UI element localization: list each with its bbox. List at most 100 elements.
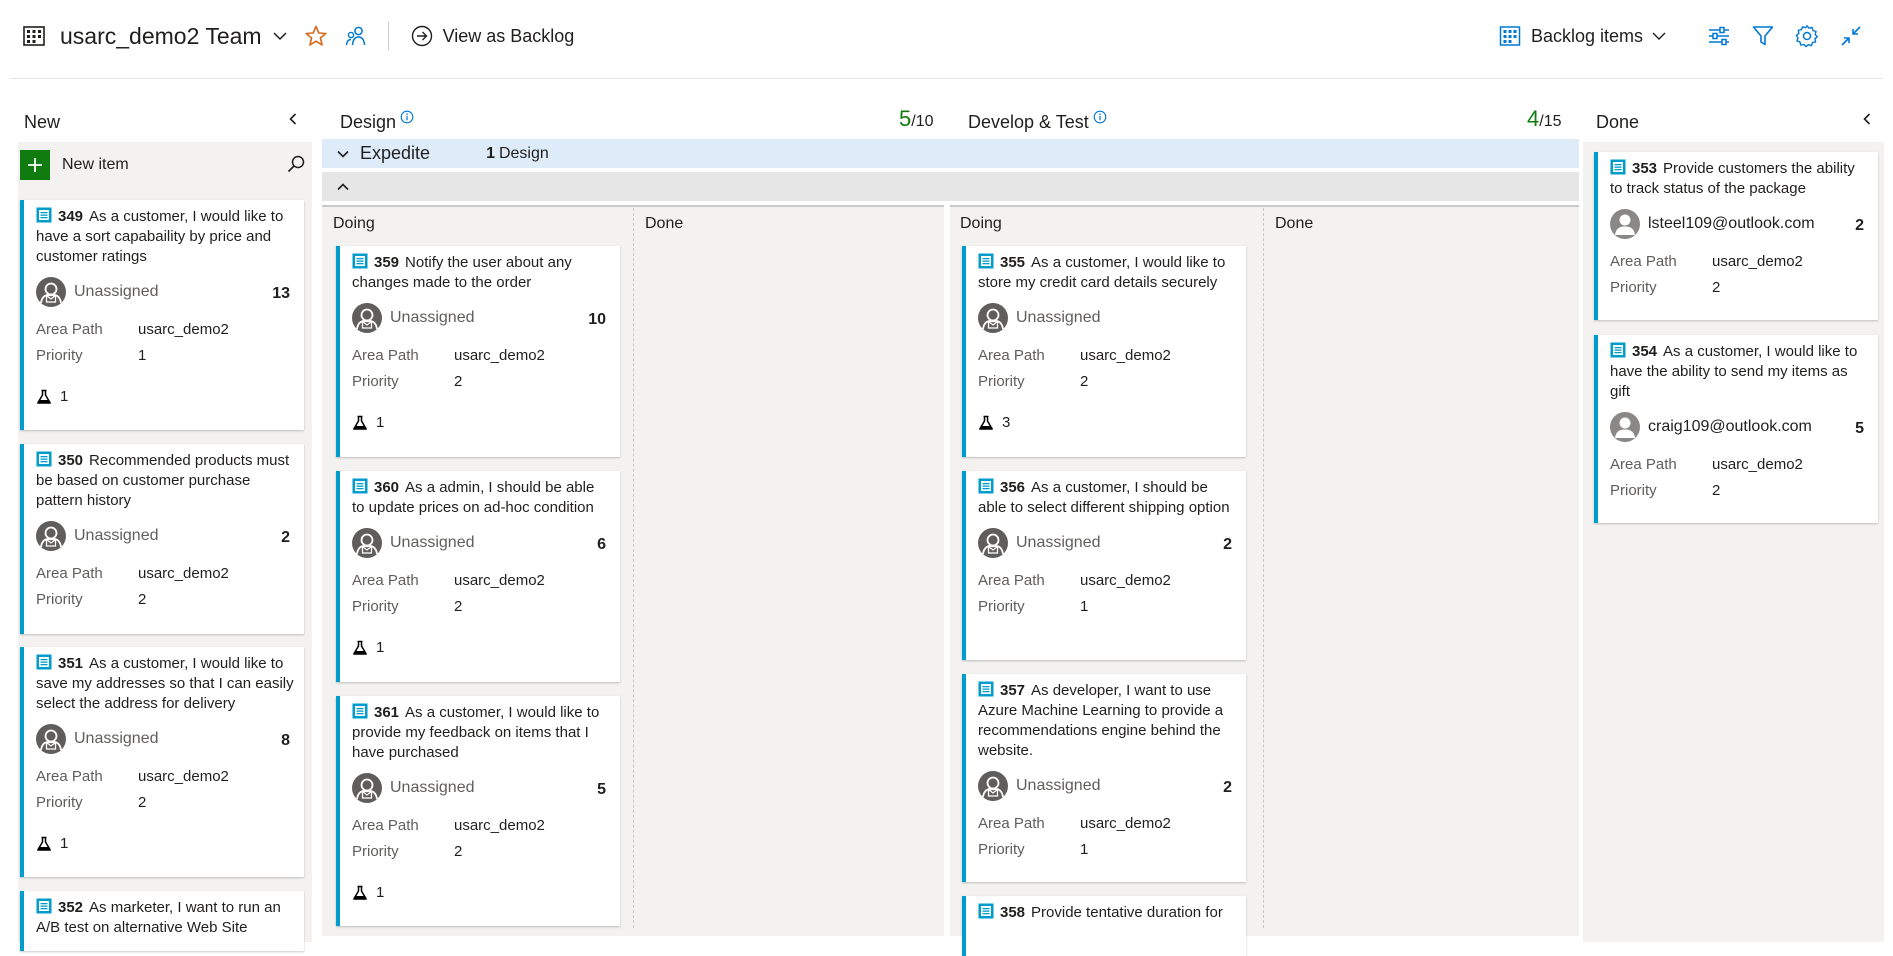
priority-value[interactable]: 2: [454, 842, 462, 862]
card-title[interactable]: 353 Provide customers the ability to trac…: [1610, 159, 1868, 199]
work-item-card[interactable]: 360 As a admin, I should be able to updat…: [336, 471, 620, 682]
work-item-card[interactable]: 355 As a customer, I would like to store …: [962, 246, 1246, 457]
priority-value[interactable]: 2: [454, 372, 462, 392]
tests-annotation[interactable]: 3: [978, 409, 1236, 437]
area-path-value[interactable]: usarc_demo2: [1080, 814, 1171, 834]
assigned-to[interactable]: Unassigned 5: [352, 771, 610, 805]
info-icon[interactable]: [400, 110, 414, 124]
effort-value: 13: [272, 285, 290, 302]
card-title[interactable]: 361 As a customer, I would like to provid…: [352, 703, 610, 763]
card-title[interactable]: 354 As a customer, I would like to have t…: [1610, 342, 1868, 402]
area-path-value[interactable]: usarc_demo2: [1080, 571, 1171, 591]
card-title[interactable]: 359 Notify the user about any changes mad…: [352, 253, 610, 293]
work-item-card[interactable]: 354 As a customer, I would like to have t…: [1594, 335, 1878, 523]
work-item-card[interactable]: 350 Recommended products must be based on…: [20, 444, 304, 634]
area-path-value[interactable]: usarc_demo2: [1712, 252, 1803, 272]
assigned-to[interactable]: lsteel109@outlook.com 2: [1610, 207, 1868, 241]
work-item-card[interactable]: 353 Provide customers the ability to trac…: [1594, 152, 1878, 320]
exit-full-screen-icon[interactable]: [1839, 24, 1863, 48]
priority-value[interactable]: 2: [1080, 372, 1088, 392]
priority-value[interactable]: 2: [454, 597, 462, 617]
tests-annotation[interactable]: 1: [352, 879, 610, 907]
develop-done-header: Done: [1275, 215, 1314, 232]
backlog-level-selector[interactable]: Backlog items: [1499, 25, 1667, 47]
work-item-card[interactable]: 349 As a customer, I would like to have a…: [20, 200, 304, 430]
area-path-value[interactable]: usarc_demo2: [454, 816, 545, 836]
card-fields: Area Path usarc_demo2 Priority 1: [978, 811, 1236, 863]
new-item-button[interactable]: New item: [20, 150, 129, 180]
unassigned-avatar-icon: [978, 528, 1008, 558]
tests-count: 1: [376, 639, 385, 656]
work-item-card[interactable]: 358 Provide tentative duration for: [962, 896, 1246, 956]
assigned-to[interactable]: Unassigned 2: [978, 769, 1236, 803]
priority-value[interactable]: 2: [138, 590, 146, 610]
assigned-to[interactable]: craig109@outlook.com 5: [1610, 410, 1868, 444]
work-item-card[interactable]: 356 As a customer, I should be able to se…: [962, 471, 1246, 660]
card-title[interactable]: 358 Provide tentative duration for: [978, 903, 1236, 923]
area-path-value[interactable]: usarc_demo2: [454, 571, 545, 591]
area-path-label: Area Path: [36, 321, 103, 338]
settings-gear-icon[interactable]: [1795, 24, 1819, 48]
swimlane-header-expedite[interactable]: Expedite 1 Design: [322, 139, 1579, 168]
assigned-to[interactable]: Unassigned 13: [36, 275, 294, 309]
backlog-item-icon: [978, 903, 994, 919]
card-title[interactable]: 352 As marketer, I want to run an A/B tes…: [36, 898, 294, 938]
assigned-to[interactable]: Unassigned: [978, 301, 1236, 335]
priority-value[interactable]: 2: [1712, 481, 1720, 501]
priority-value[interactable]: 2: [138, 793, 146, 813]
priority-value[interactable]: 1: [1080, 840, 1088, 860]
work-item-card[interactable]: 351 As a customer, I would like to save m…: [20, 647, 304, 877]
view-options-icon[interactable]: [1707, 24, 1731, 48]
card-title[interactable]: 350 Recommended products must be based on…: [36, 451, 294, 511]
tests-count: 1: [60, 835, 69, 852]
card-title[interactable]: 360 As a admin, I should be able to updat…: [352, 478, 610, 518]
card-title[interactable]: 351 As a customer, I would like to save m…: [36, 654, 294, 714]
card-id: 356: [1000, 479, 1026, 496]
card-id: 361: [374, 704, 400, 721]
tests-annotation[interactable]: 1: [36, 830, 294, 858]
assigned-to[interactable]: Unassigned 10: [352, 301, 610, 335]
card-title[interactable]: 356 As a customer, I should be able to se…: [978, 478, 1236, 518]
area-path-value[interactable]: usarc_demo2: [138, 320, 229, 340]
card-title[interactable]: 357 As developer, I want to use Azure Mac…: [978, 681, 1236, 761]
assigned-to[interactable]: Unassigned 8: [36, 722, 294, 756]
chevron-up-icon[interactable]: [336, 180, 350, 194]
info-icon[interactable]: [1093, 110, 1107, 124]
tests-annotation[interactable]: 1: [352, 409, 610, 437]
priority-value[interactable]: 1: [1080, 597, 1088, 617]
area-path-value[interactable]: usarc_demo2: [1080, 346, 1171, 366]
favorite-star-icon[interactable]: [304, 24, 328, 48]
card-fields: Area Path usarc_demo2 Priority 1: [36, 317, 294, 369]
priority-value[interactable]: 1: [138, 346, 146, 366]
collapse-done-column-icon[interactable]: [1860, 112, 1874, 126]
assigned-to[interactable]: Unassigned 6: [352, 526, 610, 560]
team-chevron-down-icon[interactable]: [272, 28, 288, 44]
work-item-card[interactable]: 361 As a customer, I would like to provid…: [336, 696, 620, 926]
filter-icon[interactable]: [1751, 24, 1775, 48]
card-title[interactable]: 355 As a customer, I would like to store …: [978, 253, 1236, 293]
header-divider: [387, 21, 389, 51]
priority-label: Priority: [1610, 279, 1657, 296]
card-title[interactable]: 349 As a customer, I would like to have a…: [36, 207, 294, 267]
develop-wip-max: /15: [1539, 113, 1562, 130]
default-lane-header[interactable]: [322, 172, 1579, 201]
area-path-value[interactable]: usarc_demo2: [1712, 455, 1803, 475]
tests-annotation[interactable]: 1: [352, 634, 610, 662]
assigned-to[interactable]: Unassigned 2: [36, 519, 294, 553]
tests-annotation[interactable]: 1: [36, 383, 294, 411]
collapse-new-column-icon[interactable]: [286, 112, 300, 126]
team-members-icon[interactable]: [344, 24, 368, 48]
assignee-name: Unassigned: [1016, 309, 1101, 326]
work-item-card[interactable]: 357 As developer, I want to use Azure Mac…: [962, 674, 1246, 882]
area-path-value[interactable]: usarc_demo2: [454, 346, 545, 366]
team-title[interactable]: usarc_demo2 Team: [60, 23, 262, 50]
area-path-value[interactable]: usarc_demo2: [138, 564, 229, 584]
priority-value[interactable]: 2: [1712, 278, 1720, 298]
chevron-down-icon[interactable]: [336, 147, 350, 161]
work-item-card[interactable]: 352 As marketer, I want to run an A/B tes…: [20, 891, 304, 951]
area-path-value[interactable]: usarc_demo2: [138, 767, 229, 787]
search-icon[interactable]: [286, 154, 306, 174]
work-item-card[interactable]: 359 Notify the user about any changes mad…: [336, 246, 620, 457]
view-as-backlog-button[interactable]: View as Backlog: [411, 25, 574, 47]
assigned-to[interactable]: Unassigned 2: [978, 526, 1236, 560]
